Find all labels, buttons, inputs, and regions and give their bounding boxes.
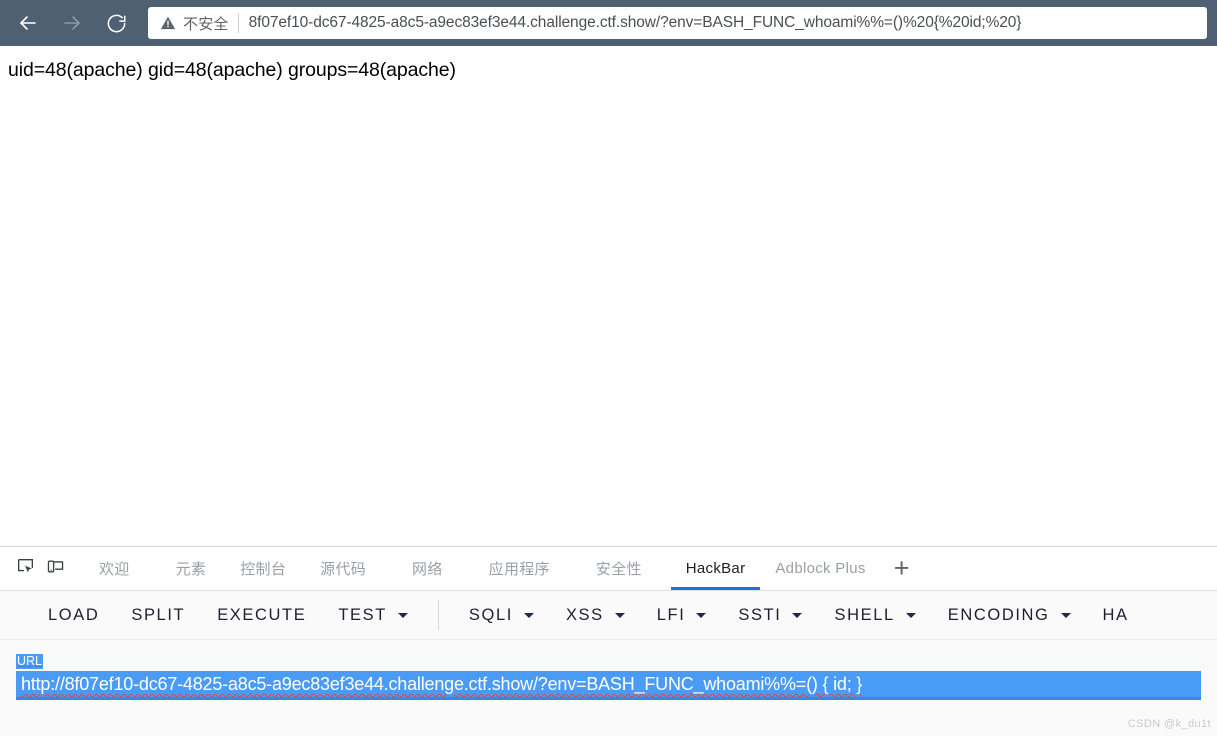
- hackbar-shell-menu[interactable]: SHELL: [818, 606, 931, 625]
- hackbar-encoding-menu[interactable]: ENCODING: [932, 606, 1087, 625]
- devtools-tabbar: 欢迎 元素 控制台 源代码 网络 应用程序 安全性 HackBar Adbloc…: [0, 547, 1217, 591]
- hackbar-fields: URL http://8f07ef10-dc67-4825-a8c5-a9ec8…: [0, 640, 1217, 736]
- button-label: XSS: [565, 605, 604, 624]
- tab-application[interactable]: 应用程序: [472, 547, 567, 590]
- hackbar-load-button[interactable]: LOAD: [32, 606, 115, 625]
- tab-welcome[interactable]: 欢迎: [82, 547, 147, 590]
- page-viewport: uid=48(apache) gid=48(apache) groups=48(…: [0, 46, 1217, 546]
- tab-sources[interactable]: 源代码: [303, 547, 383, 590]
- chevron-down-icon: [614, 612, 625, 618]
- page-output-text: uid=48(apache) gid=48(apache) groups=48(…: [8, 59, 456, 81]
- arrow-right-icon: [60, 11, 84, 35]
- button-label: HA: [1102, 605, 1129, 624]
- url-input[interactable]: http://8f07ef10-dc67-4825-a8c5-a9ec83ef3…: [16, 671, 1201, 698]
- button-label: ENCODING: [947, 605, 1050, 624]
- inspect-element-icon: [16, 557, 35, 581]
- plus-icon: +: [893, 553, 910, 583]
- url-field-label: URL: [16, 654, 44, 669]
- chevron-down-icon: [792, 612, 803, 618]
- tab-network[interactable]: 网络: [395, 547, 460, 590]
- chevron-down-icon: [905, 612, 916, 618]
- add-tab-button[interactable]: +: [881, 547, 923, 590]
- hackbar-panel: LOAD SPLIT EXECUTE TEST SQLI XSS LFI SST…: [0, 591, 1217, 736]
- button-label: LOAD: [48, 605, 100, 624]
- tab-elements[interactable]: 元素: [159, 547, 224, 590]
- chevron-down-icon: [1060, 612, 1071, 618]
- watermark: CSDN @k_du1t: [1127, 718, 1211, 730]
- back-button[interactable]: [6, 1, 50, 45]
- devtools-panel: 欢迎 元素 控制台 源代码 网络 应用程序 安全性 HackBar Adbloc…: [0, 546, 1217, 736]
- hackbar-split-button[interactable]: SPLIT: [115, 606, 201, 625]
- tab-label: HackBar: [685, 560, 746, 577]
- hackbar-hashing-menu[interactable]: HA: [1087, 606, 1145, 625]
- hackbar-xss-menu[interactable]: XSS: [550, 606, 641, 625]
- button-label: SSTI: [738, 605, 782, 624]
- hackbar-ssti-menu[interactable]: SSTI: [722, 606, 818, 625]
- security-label: 不安全: [183, 15, 229, 33]
- hackbar-test-menu[interactable]: TEST: [322, 606, 424, 625]
- tab-hackbar[interactable]: HackBar: [670, 547, 761, 590]
- tab-security[interactable]: 安全性: [579, 547, 659, 590]
- tab-label: 网络: [412, 561, 443, 578]
- hackbar-toolbar: LOAD SPLIT EXECUTE TEST SQLI XSS LFI SST…: [0, 591, 1217, 640]
- reload-icon: [105, 12, 128, 35]
- button-label: SHELL: [834, 605, 895, 624]
- tab-label: 安全性: [595, 561, 642, 578]
- hackbar-sqli-menu[interactable]: SQLI: [453, 606, 550, 625]
- button-label: SQLI: [468, 605, 513, 624]
- button-label: EXECUTE: [217, 605, 307, 624]
- tab-console[interactable]: 控制台: [223, 547, 303, 590]
- tab-label: 元素: [175, 561, 207, 578]
- hackbar-execute-button[interactable]: EXECUTE: [201, 606, 322, 625]
- chevron-down-icon: [397, 612, 408, 618]
- device-toolbar-icon: [46, 557, 65, 581]
- toolbar-divider: [437, 600, 439, 630]
- browser-toolbar: 不安全 8f07ef10-dc67-4825-a8c5-a9ec83ef3e44…: [0, 0, 1217, 46]
- button-label: SPLIT: [131, 605, 186, 624]
- reload-button[interactable]: [94, 1, 138, 45]
- arrow-left-icon: [16, 11, 40, 35]
- warning-triangle-icon: [160, 15, 176, 31]
- button-label: TEST: [338, 605, 387, 624]
- forward-button[interactable]: [50, 1, 94, 45]
- hackbar-lfi-menu[interactable]: LFI: [641, 606, 723, 625]
- address-bar[interactable]: 不安全 8f07ef10-dc67-4825-a8c5-a9ec83ef3e44…: [148, 7, 1207, 39]
- url-input-focus-underline: [16, 697, 1201, 700]
- tab-label: 源代码: [320, 561, 367, 578]
- chevron-down-icon: [523, 612, 534, 618]
- tab-label: 欢迎: [99, 561, 130, 578]
- tab-label: 应用程序: [488, 561, 550, 578]
- security-status[interactable]: 不安全: [160, 13, 239, 33]
- chevron-down-icon: [696, 612, 707, 618]
- url-input-value: http://8f07ef10-dc67-4825-a8c5-a9ec83ef3…: [21, 674, 863, 694]
- address-bar-url[interactable]: 8f07ef10-dc67-4825-a8c5-a9ec83ef3e44.cha…: [249, 14, 1022, 32]
- inspect-element-button[interactable]: [10, 547, 40, 590]
- button-label: LFI: [656, 605, 686, 624]
- tab-adblock-plus[interactable]: Adblock Plus: [760, 547, 880, 590]
- tab-label: 控制台: [240, 561, 287, 578]
- device-toolbar-button[interactable]: [40, 547, 70, 590]
- tab-label: Adblock Plus: [775, 560, 866, 577]
